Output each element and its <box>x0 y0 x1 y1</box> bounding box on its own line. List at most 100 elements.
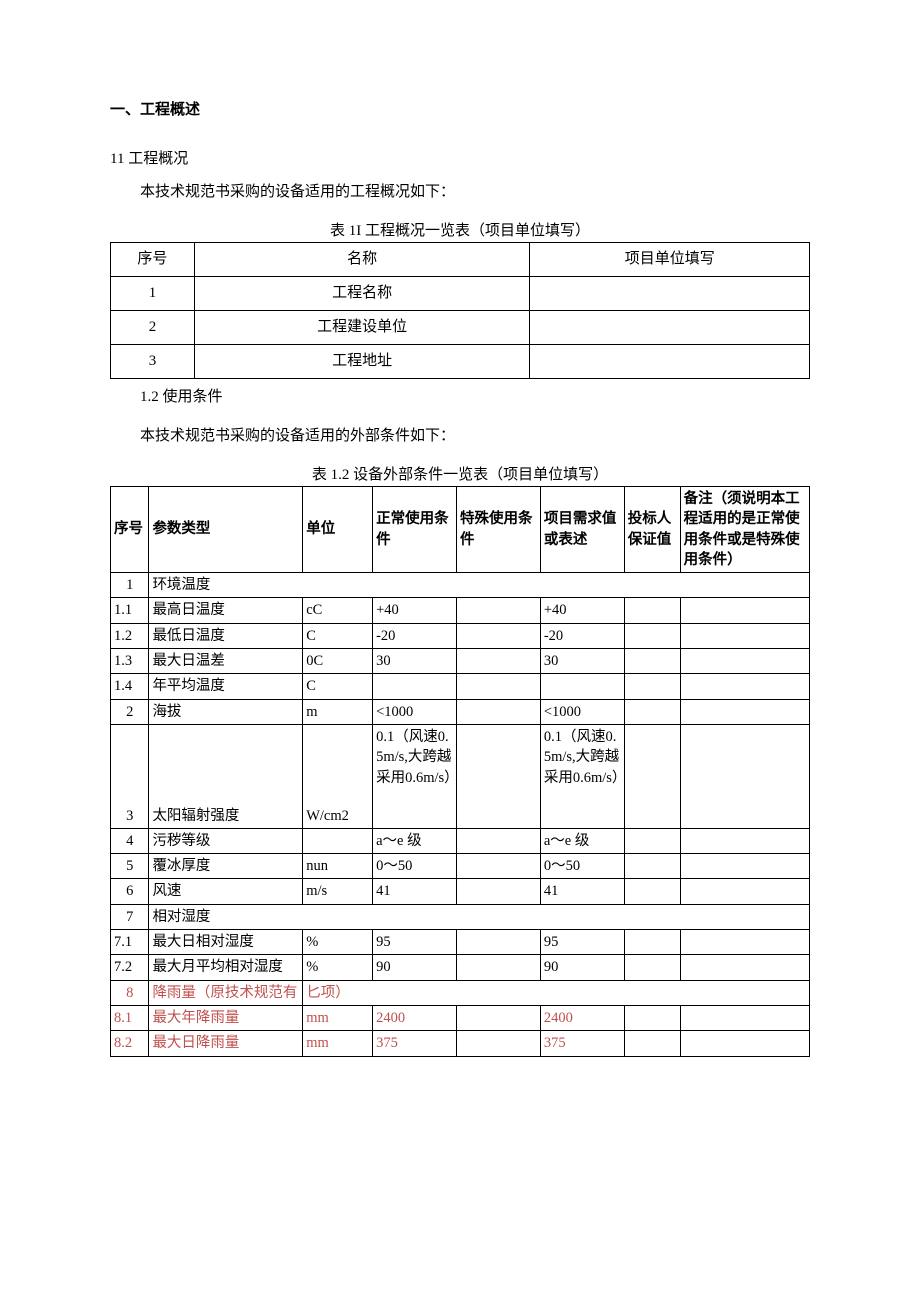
table-cell <box>456 724 540 828</box>
table1: 序号 名称 项目单位填写 1工程名称2工程建设单位3工程地址 <box>110 242 810 379</box>
table-row: 8.1最大年降雨量mm24002400 <box>111 1005 810 1030</box>
table-cell <box>624 955 680 980</box>
table-cell: 2400 <box>540 1005 624 1030</box>
table-cell-span: 相对湿度 <box>149 904 810 929</box>
table-cell: 风速 <box>149 879 303 904</box>
table-cell: C <box>303 623 373 648</box>
table-cell-no: 8 <box>111 980 149 1005</box>
table-cell: 30 <box>540 649 624 674</box>
table-row: 6风速m/s4141 <box>111 879 810 904</box>
table-cell-no: 7.1 <box>111 930 149 955</box>
table1-header-name: 名称 <box>194 243 530 277</box>
table1-caption: 表 1I 工程概况一览表（项目单位填写） <box>110 221 810 242</box>
table-cell <box>530 277 810 311</box>
table-cell-unit-span: 匕项） <box>303 980 810 1005</box>
table-cell <box>680 1005 809 1030</box>
table-cell: 3 <box>111 345 195 379</box>
table-cell <box>456 1031 540 1056</box>
table-cell-ptype: 降雨量（原技术规范有 <box>149 980 303 1005</box>
table-cell: mm <box>303 1031 373 1056</box>
table-cell: 2400 <box>373 1005 457 1030</box>
table-cell <box>624 699 680 724</box>
table-cell: 工程名称 <box>194 277 530 311</box>
table-cell-no: 6 <box>111 879 149 904</box>
table-cell-no: 2 <box>111 699 149 724</box>
table-cell <box>624 598 680 623</box>
table-row: 4污秽等级a～e 级a～e 级 <box>111 828 810 853</box>
table-cell: 95 <box>373 930 457 955</box>
table-cell: 0～50 <box>373 854 457 879</box>
table-cell <box>680 854 809 879</box>
table-row: 7.1最大日相对湿度%9595 <box>111 930 810 955</box>
sub-heading-2: 1.2 使用条件 <box>140 387 810 408</box>
table-cell-no: 4 <box>111 828 149 853</box>
table-row: 1环境温度 <box>111 573 810 598</box>
table-cell: m <box>303 699 373 724</box>
table-cell-no: 1.2 <box>111 623 149 648</box>
table-row: 8降雨量（原技术规范有匕项） <box>111 980 810 1005</box>
table-cell: 90 <box>373 955 457 980</box>
table-cell <box>680 649 809 674</box>
table-cell <box>624 854 680 879</box>
table-cell: 太阳辐射强度 <box>149 724 303 828</box>
table-cell: 最低日温度 <box>149 623 303 648</box>
table-cell <box>456 699 540 724</box>
table-cell-no: 1.4 <box>111 674 149 699</box>
table-cell <box>680 724 809 828</box>
table-cell <box>680 955 809 980</box>
table-cell: 41 <box>540 879 624 904</box>
table-cell-no: 5 <box>111 854 149 879</box>
table2-header-special: 特殊使用条件 <box>456 487 540 573</box>
table-cell: -20 <box>373 623 457 648</box>
table2-header-bid: 投标人保证值 <box>624 487 680 573</box>
table-cell <box>456 623 540 648</box>
table-cell <box>624 879 680 904</box>
table-cell: 工程地址 <box>194 345 530 379</box>
table1-header-fill: 项目单位填写 <box>530 243 810 277</box>
table2-header-remark: 备注（须说明本工程适用的是正常使用条件或是特殊使用条件） <box>680 487 809 573</box>
table-cell <box>680 879 809 904</box>
paragraph-1: 本技术规范书采购的设备适用的工程概况如下： <box>110 182 810 203</box>
table-cell <box>624 930 680 955</box>
section-title: 一、工程概述 <box>110 100 810 121</box>
table-cell: mm <box>303 1005 373 1030</box>
table-row: 8.2最大日降雨量mm375375 <box>111 1031 810 1056</box>
table-cell <box>624 649 680 674</box>
table-row: 7.2最大月平均相对湿度%9090 <box>111 955 810 980</box>
table-cell: 年平均温度 <box>149 674 303 699</box>
table-cell <box>624 724 680 828</box>
table-cell: 1 <box>111 277 195 311</box>
table-cell-span: 环境温度 <box>149 573 810 598</box>
table-cell: 30 <box>373 649 457 674</box>
table2-header-unit: 单位 <box>303 487 373 573</box>
table2-header-normal: 正常使用条件 <box>373 487 457 573</box>
paragraph-2: 本技术规范书采购的设备适用的外部条件如下： <box>110 426 810 447</box>
table-cell: 2 <box>111 311 195 345</box>
table-cell <box>303 828 373 853</box>
table-cell <box>624 623 680 648</box>
table-cell: % <box>303 930 373 955</box>
table1-header-no: 序号 <box>111 243 195 277</box>
table-cell <box>540 674 624 699</box>
table1-header-row: 序号 名称 项目单位填写 <box>111 243 810 277</box>
table-row: 1.1最高日温度cC+40+40 <box>111 598 810 623</box>
table-cell: 最大日相对湿度 <box>149 930 303 955</box>
table-cell: 污秽等级 <box>149 828 303 853</box>
table-cell <box>624 674 680 699</box>
table-cell: m/s <box>303 879 373 904</box>
table2-header-row: 序号 参数类型 单位 正常使用条件 特殊使用条件 项目需求值或表述 投标人保证值… <box>111 487 810 573</box>
table-cell <box>680 930 809 955</box>
table-cell: 海拔 <box>149 699 303 724</box>
table-row: 7相对湿度 <box>111 904 810 929</box>
table-cell: 41 <box>373 879 457 904</box>
table-cell: nun <box>303 854 373 879</box>
sub-heading-1: 11 工程概况 <box>110 149 810 170</box>
table-cell: 375 <box>540 1031 624 1056</box>
table-cell: % <box>303 955 373 980</box>
table-cell <box>530 311 810 345</box>
table-cell-no: 1 <box>111 573 149 598</box>
table2: 序号 参数类型 单位 正常使用条件 特殊使用条件 项目需求值或表述 投标人保证值… <box>110 486 810 1057</box>
table-row: 1工程名称 <box>111 277 810 311</box>
table-cell <box>456 930 540 955</box>
table-cell <box>624 828 680 853</box>
